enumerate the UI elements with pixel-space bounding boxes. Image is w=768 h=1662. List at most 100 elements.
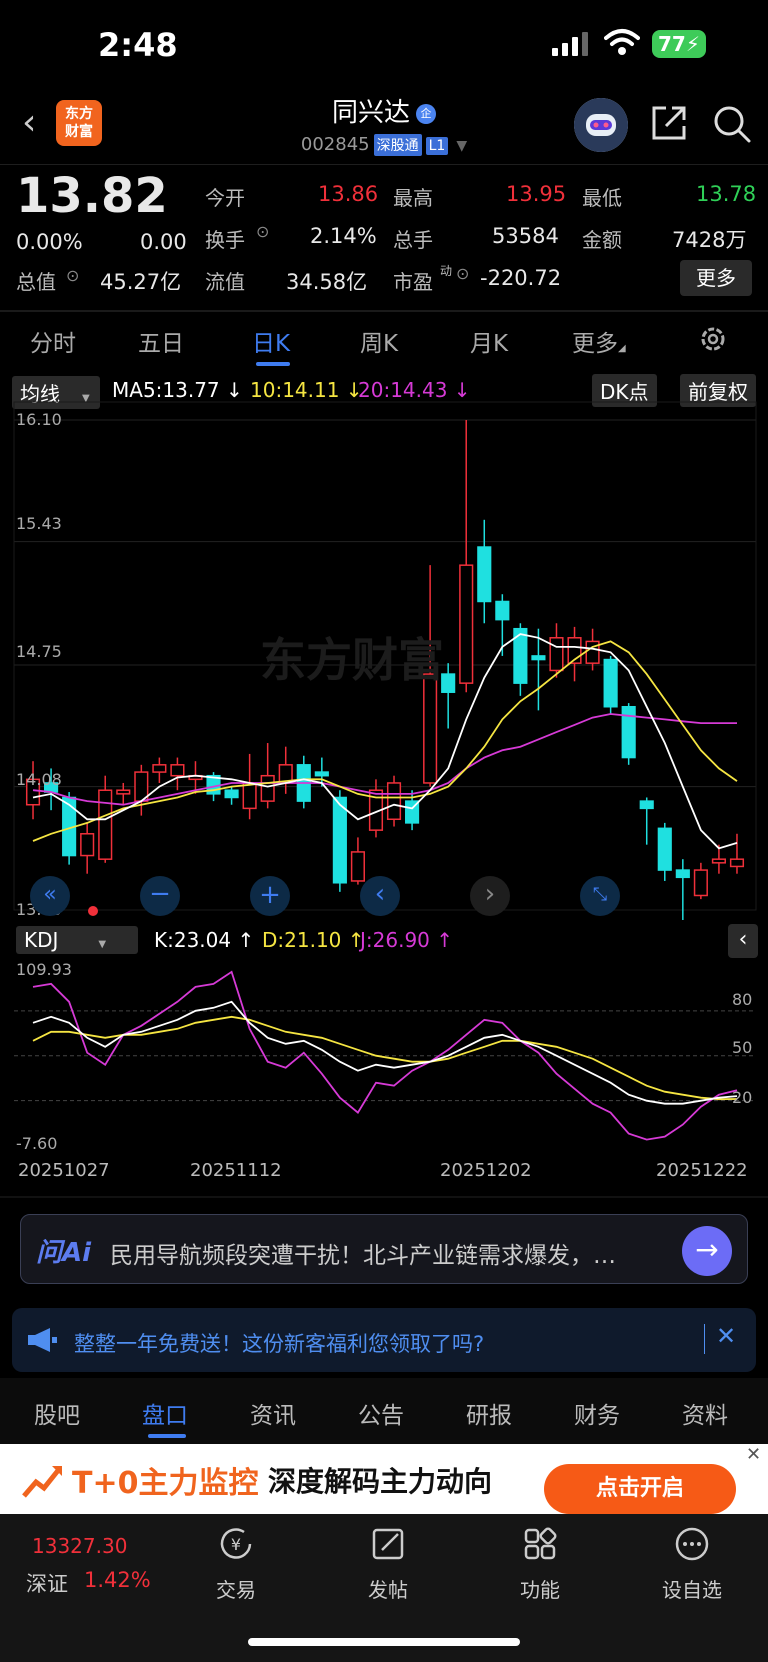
- tab-guba[interactable]: 股吧: [34, 1396, 80, 1430]
- app-logo[interactable]: 东方 财富: [56, 100, 102, 146]
- tab-weekly-k[interactable]: 周K: [360, 324, 398, 358]
- nav-add-watchlist[interactable]: 设自选: [642, 1574, 742, 1603]
- turnover-info-icon[interactable]: ⊙: [256, 222, 269, 241]
- search-icon[interactable]: [712, 104, 752, 144]
- low-value: 13.78: [696, 182, 757, 206]
- tab-finance[interactable]: 财务: [574, 1396, 620, 1430]
- tab-five-day[interactable]: 五日: [138, 324, 184, 358]
- settings-gear-icon[interactable]: [698, 324, 728, 354]
- caret-down-icon: ▼: [456, 138, 468, 154]
- ma20-value: 20:14.43: [358, 378, 448, 402]
- banner-close-icon[interactable]: ✕: [746, 1444, 761, 1465]
- arrow-right-icon[interactable]: →: [682, 1226, 732, 1276]
- change-pct: 0.00%: [16, 230, 83, 254]
- candle-body: [116, 789, 131, 795]
- share-icon[interactable]: [650, 104, 688, 142]
- tab-daily-k[interactable]: 日K: [252, 324, 290, 358]
- back-icon[interactable]: ‹: [22, 102, 36, 143]
- chevron-right-icon[interactable]: ›: [470, 876, 510, 916]
- level-tag: L1: [425, 137, 449, 155]
- assistant-robot-icon[interactable]: [574, 98, 628, 152]
- date-label-4: 20251222: [656, 1160, 748, 1181]
- trade-icon[interactable]: ¥: [186, 1524, 286, 1568]
- turnover-value: 2.14%: [310, 224, 377, 248]
- y-axis-3: 14.75: [16, 642, 62, 661]
- pe-value: -220.72: [480, 266, 562, 290]
- tab-more[interactable]: 更多◢: [572, 324, 626, 358]
- candle-body: [224, 789, 239, 799]
- charging-icon: ⚡: [685, 32, 700, 56]
- turnover-label: 换手: [205, 228, 245, 252]
- kdj-dropdown[interactable]: KDJ ▼: [16, 926, 138, 954]
- info-icon[interactable]: ⊙: [66, 266, 79, 285]
- more-quote-button[interactable]: 更多: [680, 260, 752, 296]
- kdj-j-label: J:26.90 ↑: [360, 928, 454, 952]
- fullscreen-icon[interactable]: ⤡: [580, 876, 620, 916]
- candle-body: [260, 774, 275, 802]
- stock-code-line[interactable]: 002845 深股通 L1 ▼: [270, 134, 498, 156]
- ma5-label: MA5:13.77 ↓: [112, 378, 243, 402]
- chevron-left-icon[interactable]: ‹: [360, 876, 400, 916]
- high-value: 13.95: [506, 182, 567, 206]
- y-axis-4: 14.08: [16, 770, 62, 789]
- kdj-k-value: K:23.04: [154, 928, 232, 952]
- kdj-d-line: [32, 1015, 738, 1101]
- candle-body: [152, 764, 167, 773]
- signal-icon: [552, 32, 588, 56]
- stock-name: 同兴达: [331, 98, 410, 128]
- zoom-out-icon[interactable]: −: [140, 876, 180, 916]
- index-name[interactable]: 深证: [26, 1568, 68, 1598]
- post-icon[interactable]: [338, 1524, 438, 1568]
- nav-functions[interactable]: 功能: [490, 1574, 590, 1603]
- ai-news-text[interactable]: 民用导航频段突遭干扰！北斗产业链需求爆发，…: [110, 1236, 670, 1270]
- tab-news[interactable]: 资讯: [250, 1396, 296, 1430]
- watchlist-icon[interactable]: [642, 1524, 742, 1568]
- tab-profile[interactable]: 资料: [682, 1396, 728, 1430]
- notice-separator: [704, 1324, 705, 1354]
- pe-info-icon[interactable]: ⊙: [456, 264, 469, 283]
- candle-body: [350, 851, 365, 882]
- y-axis-top: 16.10: [16, 410, 62, 429]
- date-label-3: 20251202: [440, 1160, 532, 1181]
- connect-tag: 深股通: [373, 134, 422, 156]
- banner-open-button[interactable]: 点击开启: [544, 1464, 736, 1514]
- open-value: 13.86: [318, 182, 379, 206]
- candle-body: [675, 869, 690, 879]
- nav-post[interactable]: 发帖: [338, 1574, 438, 1603]
- stock-code: 002845: [300, 134, 370, 155]
- tab-pankou[interactable]: 盘口: [142, 1396, 188, 1430]
- low-label: 最低: [582, 186, 622, 210]
- kdj-chart[interactable]: [0, 958, 768, 1152]
- functions-icon[interactable]: [490, 1524, 590, 1568]
- ma10-label: 10:14.11 ↓: [250, 378, 363, 402]
- kdj-d-label: D:21.10 ↑: [262, 928, 365, 952]
- watermark: 东方财富: [260, 633, 444, 687]
- candle-body: [80, 833, 95, 857]
- date-label-1: 20251027: [18, 1160, 110, 1181]
- collapse-chevron-icon[interactable]: ‹: [728, 924, 758, 958]
- kdj-line-80: 80: [732, 990, 753, 1009]
- volume-value: 53584: [492, 224, 559, 248]
- tab-announcements[interactable]: 公告: [358, 1396, 404, 1430]
- tab-monthly-k[interactable]: 月K: [470, 324, 508, 358]
- header-divider: [0, 164, 768, 165]
- notice-text[interactable]: 整整一年免费送！这份新客福利您领取了吗?: [74, 1328, 484, 1358]
- index-value[interactable]: 13327.30: [32, 1534, 127, 1558]
- zoom-in-icon[interactable]: +: [250, 876, 290, 916]
- caret-icon: ◢: [618, 343, 626, 354]
- status-time: 2:48: [98, 26, 178, 64]
- caret-icon: ▼: [98, 939, 107, 950]
- index-change[interactable]: 1.42%: [84, 1568, 151, 1592]
- rewind-icon[interactable]: «: [30, 876, 70, 916]
- candle-body: [495, 600, 510, 621]
- nav-trade[interactable]: 交易: [186, 1574, 286, 1603]
- tab-research[interactable]: 研报: [466, 1396, 512, 1430]
- mktcap-label: 总值: [16, 270, 56, 294]
- ai-logo: 问Ai: [36, 1238, 92, 1268]
- svg-text:¥: ¥: [231, 1535, 241, 1554]
- candle-body: [693, 869, 708, 897]
- tab-intraday[interactable]: 分时: [30, 324, 76, 358]
- close-icon[interactable]: ✕: [716, 1322, 736, 1350]
- banner-headline: T+0主力监控: [72, 1466, 259, 1501]
- megaphone-icon: [28, 1328, 57, 1352]
